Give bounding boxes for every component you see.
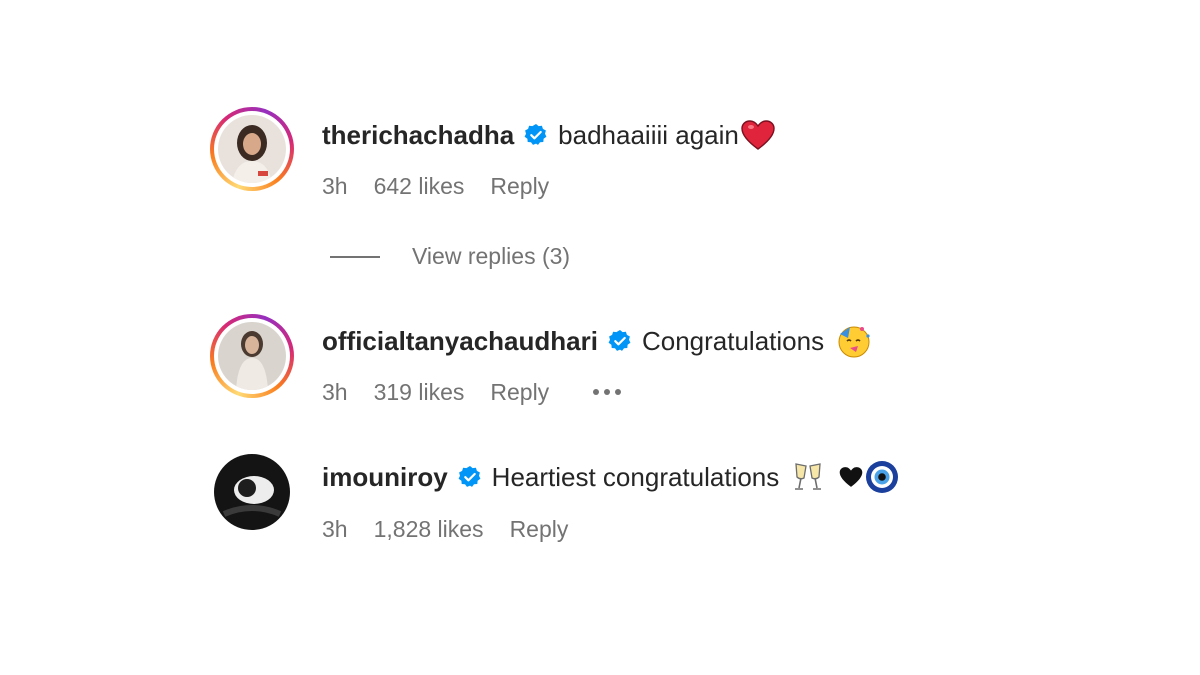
comment-text: Heartiest congratulations xyxy=(491,461,780,492)
profile-photo-icon xyxy=(218,322,286,390)
comment-line: therichachadha badhaaiiii again xyxy=(322,117,775,153)
comment-text: badhaaiiii again xyxy=(558,119,739,150)
verified-badge-icon xyxy=(458,465,482,489)
username[interactable]: officialtanyachaudhari xyxy=(322,326,598,357)
comments-section: therichachadha badhaaiiii again 3h 642 l… xyxy=(0,0,1200,675)
verified-badge-icon xyxy=(608,329,632,353)
comment-time: 3h xyxy=(322,172,348,199)
comment-text: Congratulations xyxy=(641,325,825,356)
more-options-icon[interactable] xyxy=(593,389,622,395)
comment-meta: 3h 1,828 likes Reply xyxy=(322,514,594,544)
likes-count[interactable]: 319 likes xyxy=(374,379,465,406)
avatar-imouniroy[interactable] xyxy=(214,454,290,530)
reply-button[interactable]: Reply xyxy=(490,173,549,200)
reply-button[interactable]: Reply xyxy=(510,516,569,543)
reply-button[interactable]: Reply xyxy=(490,379,549,406)
divider-line xyxy=(330,255,380,258)
nazar-amulet-emoji-icon xyxy=(865,460,899,494)
red-heart-emoji-icon xyxy=(741,120,775,150)
comment-line: officialtanyachaudhari Congratulations xyxy=(322,323,872,359)
verified-badge-icon xyxy=(524,123,548,147)
comment-meta: 3h 642 likes Reply xyxy=(322,171,575,201)
comment-time: 3h xyxy=(322,515,348,542)
username[interactable]: therichachadha xyxy=(322,120,514,151)
avatar-therichachadha[interactable] xyxy=(210,107,294,191)
black-heart-emoji-icon xyxy=(839,466,863,488)
likes-count[interactable]: 1,828 likes xyxy=(374,516,484,543)
partying-face-emoji-icon xyxy=(836,324,872,358)
profile-photo-icon xyxy=(214,454,290,530)
profile-photo-icon xyxy=(218,115,286,183)
avatar-officialtanyachaudhari[interactable] xyxy=(210,314,294,398)
view-replies-label: View replies (3) xyxy=(412,243,571,269)
clinking-glasses-emoji-icon xyxy=(791,460,825,494)
username[interactable]: imouniroy xyxy=(322,462,448,493)
likes-count[interactable]: 642 likes xyxy=(374,173,465,200)
view-replies-button[interactable]: View replies (3) xyxy=(330,243,570,270)
comment-meta: 3h 319 likes Reply xyxy=(322,377,647,407)
comment-line: imouniroy Heartiest congratulations xyxy=(322,459,899,495)
comment-time: 3h xyxy=(322,378,348,405)
